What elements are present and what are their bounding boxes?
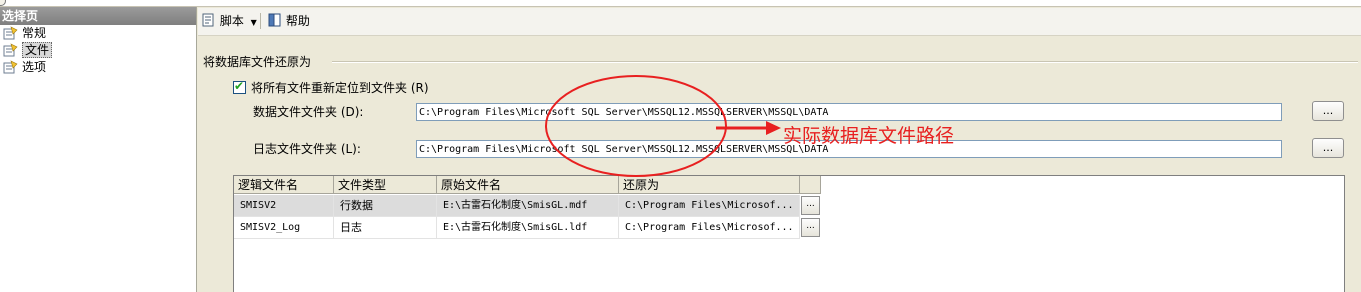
toolbar-separator — [260, 13, 261, 29]
cell-restore-as[interactable]: C:\Program Files\Microsof... — [619, 195, 800, 217]
help-button[interactable]: 帮助 — [268, 12, 310, 30]
script-label: 脚本 — [219, 14, 244, 28]
cell-logical-name[interactable]: SMISV2_Log — [234, 217, 334, 239]
cell-logical-name[interactable]: SMISV2 — [234, 195, 334, 217]
toolbar: 脚本 ▼ 帮助 — [198, 8, 1361, 36]
cell-original-file-name[interactable]: E:\古雷石化制度\SmisGL.ldf — [437, 217, 619, 239]
column-header-original-file-name[interactable]: 原始文件名 — [437, 176, 619, 194]
nav-item-options[interactable]: 选项 — [0, 59, 196, 76]
log-folder-browse-button[interactable]: ... — [1312, 138, 1344, 158]
cell-original-file-name[interactable]: E:\古雷石化制度\SmisGL.mdf — [437, 195, 619, 217]
relocate-all-files-label: 将所有文件重新定位到文件夹 (R) — [251, 81, 429, 95]
row-browse-button[interactable]: ... — [801, 196, 820, 215]
cell-file-type[interactable]: 日志 — [334, 217, 437, 239]
relocate-all-files-checkbox[interactable]: ✔ — [233, 79, 246, 94]
nav-item-general[interactable]: 常规 — [0, 25, 196, 42]
page-icon — [3, 43, 18, 57]
window-corner-grip — [0, 0, 6, 6]
select-page-pane: 选择页 常规 文件 选项 — [0, 7, 197, 292]
cell-file-type[interactable]: 行数据 — [334, 195, 437, 217]
annotation-text: 实际数据库文件路径 — [783, 125, 955, 147]
cell-restore-as[interactable]: C:\Program Files\Microsof... — [619, 217, 800, 239]
data-folder-browse-button[interactable]: ... — [1312, 101, 1344, 121]
data-folder-label: 数据文件文件夹 (D): — [253, 105, 364, 119]
nav-item-label: 文件 — [22, 42, 53, 58]
annotation-arrow-head — [766, 121, 781, 135]
page-icon — [3, 60, 18, 74]
script-icon — [202, 13, 214, 27]
row-browse-button[interactable]: ... — [801, 218, 820, 237]
nav-item-label: 选项 — [22, 60, 47, 74]
nav-item-files[interactable]: 文件 — [0, 42, 196, 59]
section-title: 将数据库文件还原为 — [203, 55, 312, 69]
dropdown-arrow-icon[interactable]: ▼ — [251, 18, 257, 27]
annotation-ellipse — [545, 75, 727, 177]
window-top-strip — [0, 0, 1361, 7]
column-header-file-type[interactable]: 文件类型 — [334, 176, 437, 194]
page-icon — [3, 26, 18, 40]
help-icon — [268, 13, 281, 27]
column-header-logical-name[interactable]: 逻辑文件名 — [234, 176, 334, 194]
log-folder-label: 日志文件文件夹 (L): — [253, 142, 361, 156]
script-button[interactable]: 脚本 ▼ — [202, 12, 257, 30]
files-grid[interactable]: 逻辑文件名 文件类型 原始文件名 还原为 SMISV2 行数据 E:\古雷石化制… — [233, 175, 1345, 292]
section-divider — [332, 61, 1358, 63]
column-header-browse — [800, 176, 821, 194]
data-folder-input[interactable]: C:\Program Files\Microsoft SQL Server\MS… — [416, 103, 1282, 121]
nav-item-label: 常规 — [22, 26, 47, 40]
help-label: 帮助 — [285, 14, 310, 28]
checkmark-icon: ✔ — [234, 79, 245, 93]
column-header-restore-as[interactable]: 还原为 — [619, 176, 800, 194]
select-page-header: 选择页 — [0, 7, 196, 25]
